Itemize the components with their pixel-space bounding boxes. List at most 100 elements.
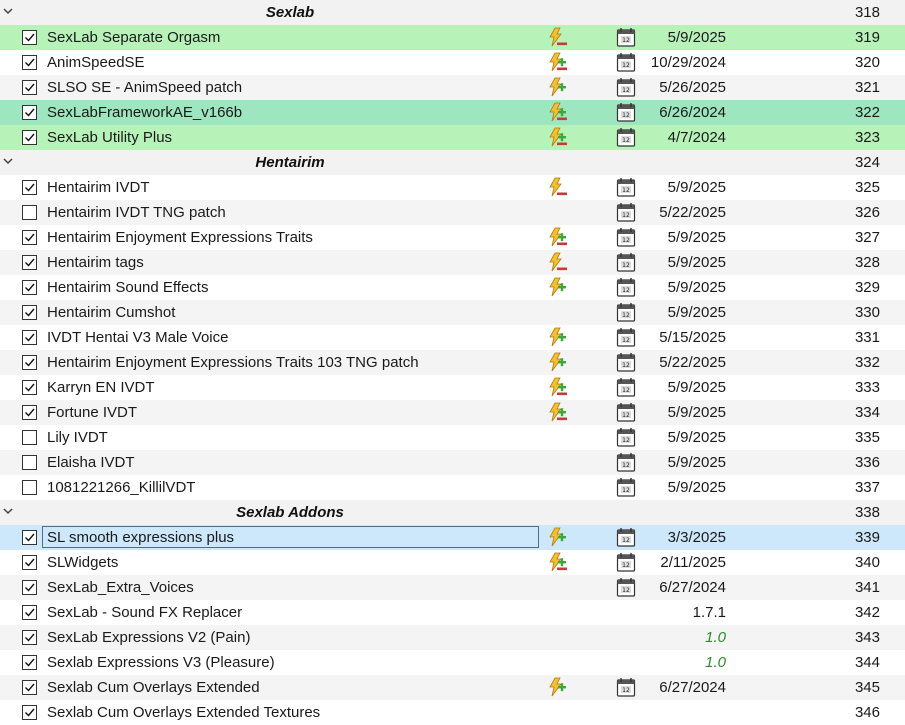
mod-row[interactable]: SexLab_Extra_Voices 12 6/27/2024 341 [0,575,905,600]
mod-checkbox[interactable] [22,330,37,345]
mod-row[interactable]: Fortune IVDT 12 5/9/2025 334 [0,400,905,425]
mod-row[interactable]: SexLab - Sound FX Replacer 1.7.1 342 [0,600,905,625]
mod-checkbox[interactable] [22,255,37,270]
separator-row[interactable]: Hentairim 324 [0,150,905,175]
lightning-flag-icon [546,552,568,573]
mod-version: 5/22/2025 [659,354,726,371]
mod-checkbox[interactable] [22,530,37,545]
mod-version: 6/27/2024 [659,679,726,696]
mod-row[interactable]: Sexlab Cum Overlays Extended 12 6/27/2024 3… [0,675,905,700]
mod-row[interactable]: Hentairim Enjoyment Expressions Traits 1… [0,350,905,375]
mod-checkbox[interactable] [22,205,37,220]
chevron-down-icon[interactable] [2,4,16,20]
checkmark-icon [25,83,35,92]
mod-checkbox[interactable] [22,230,37,245]
mod-row[interactable]: IVDT Hentai V3 Male Voice 12 5/15/2025 331 [0,325,905,350]
priority-value: 328 [854,254,880,271]
priority-value: 333 [854,379,880,396]
priority-value: 336 [854,454,880,471]
mod-version: 5/9/2025 [667,404,726,421]
mod-checkbox[interactable] [22,555,37,570]
checkmark-icon [25,358,35,367]
priority-value: 324 [854,154,880,171]
mod-row[interactable]: SLSO SE - AnimSpeed patch 12 5/26/2025 321 [0,75,905,100]
mod-row[interactable]: Hentairim Enjoyment Expressions Traits 12… [0,225,905,250]
lightning-flag-icon [546,327,568,348]
mod-checkbox[interactable] [22,430,37,445]
mod-name: Lily IVDT [47,429,108,446]
mod-checkbox[interactable] [22,480,37,495]
priority-value: 339 [854,529,880,546]
mod-name: SexLabFrameworkAE_v166b [47,104,243,121]
mod-checkbox[interactable] [22,655,37,670]
mod-version: 6/26/2024 [659,104,726,121]
priority-value: 318 [854,4,880,21]
mod-row[interactable]: Hentairim Sound Effects 12 5/9/2025 329 [0,275,905,300]
lightning-flag-icon [546,127,568,148]
mod-checkbox[interactable] [22,455,37,470]
mod-version: 5/9/2025 [667,229,726,246]
mod-checkbox[interactable] [22,130,37,145]
mod-checkbox[interactable] [22,680,37,695]
mod-row[interactable]: SexLabFrameworkAE_v166b 12 6/26/2024 322 [0,100,905,125]
mod-checkbox[interactable] [22,105,37,120]
mod-row[interactable]: Elaisha IVDT 12 5/9/2025 336 [0,450,905,475]
separator-row[interactable]: Sexlab 318 [0,0,905,25]
mod-row[interactable]: Hentairim IVDT TNG patch 12 5/22/2025 326 [0,200,905,225]
mod-version: 5/9/2025 [667,304,726,321]
mod-row[interactable]: Lily IVDT 12 5/9/2025 335 [0,425,905,450]
mod-checkbox[interactable] [22,80,37,95]
priority-value: 338 [854,504,880,521]
mod-row[interactable]: Hentairim Cumshot 12 5/9/2025 330 [0,300,905,325]
mod-row[interactable]: 1081221266_KillilVDT 12 5/9/2025 337 [0,475,905,500]
mod-checkbox[interactable] [22,605,37,620]
mod-row[interactable]: Sexlab Expressions V3 (Pleasure) 1.0 344 [0,650,905,675]
checkmark-icon [25,258,35,267]
mod-row[interactable]: Sexlab Cum Overlays Extended Textures 346 [0,700,905,725]
mod-name: Hentairim tags [47,254,144,271]
mod-checkbox[interactable] [22,55,37,70]
checkmark-icon [25,408,35,417]
mod-row[interactable]: SexLab Separate Orgasm 12 5/9/2025 319 [0,25,905,50]
mod-checkbox[interactable] [22,405,37,420]
priority-value: 323 [854,129,880,146]
checkmark-icon [25,658,35,667]
mod-row[interactable]: Karryn EN IVDT 12 5/9/2025 333 [0,375,905,400]
checkmark-icon [25,183,35,192]
mod-checkbox[interactable] [22,280,37,295]
focus-outline [42,526,539,548]
mod-checkbox[interactable] [22,355,37,370]
priority-value: 346 [854,704,880,721]
mod-checkbox[interactable] [22,380,37,395]
priority-value: 321 [854,79,880,96]
priority-value: 327 [854,229,880,246]
mod-name: SexLab Separate Orgasm [47,29,221,46]
mod-row[interactable]: SLWidgets 12 2/11/2025 340 [0,550,905,575]
priority-value: 343 [854,629,880,646]
mod-row[interactable]: AnimSpeedSE 12 10/29/2024 320 [0,50,905,75]
mod-checkbox[interactable] [22,580,37,595]
mod-name: SexLab Expressions V2 (Pain) [47,629,251,646]
mod-row[interactable]: SexLab Utility Plus 12 4/7/2024 323 [0,125,905,150]
mod-checkbox[interactable] [22,305,37,320]
separator-row[interactable]: Sexlab Addons 338 [0,500,905,525]
checkmark-icon [25,558,35,567]
mod-row[interactable]: SL smooth expressions plus 12 3/3/2025 339 [0,525,905,550]
mod-version: 5/15/2025 [659,329,726,346]
mod-checkbox[interactable] [22,705,37,720]
mod-checkbox[interactable] [22,630,37,645]
priority-value: 335 [854,429,880,446]
lightning-flag-icon [546,277,568,298]
mod-checkbox[interactable] [22,180,37,195]
chevron-down-icon[interactable] [2,504,16,520]
mod-checkbox[interactable] [22,30,37,45]
priority-value: 329 [854,279,880,296]
mod-row[interactable]: Hentairim IVDT 12 5/9/2025 325 [0,175,905,200]
mod-row[interactable]: SexLab Expressions V2 (Pain) 1.0 343 [0,625,905,650]
priority-value: 320 [854,54,880,71]
priority-value: 341 [854,579,880,596]
lightning-flag-icon [546,252,568,273]
mod-version: 5/9/2025 [667,479,726,496]
chevron-down-icon[interactable] [2,154,16,170]
mod-row[interactable]: Hentairim tags 12 5/9/2025 328 [0,250,905,275]
